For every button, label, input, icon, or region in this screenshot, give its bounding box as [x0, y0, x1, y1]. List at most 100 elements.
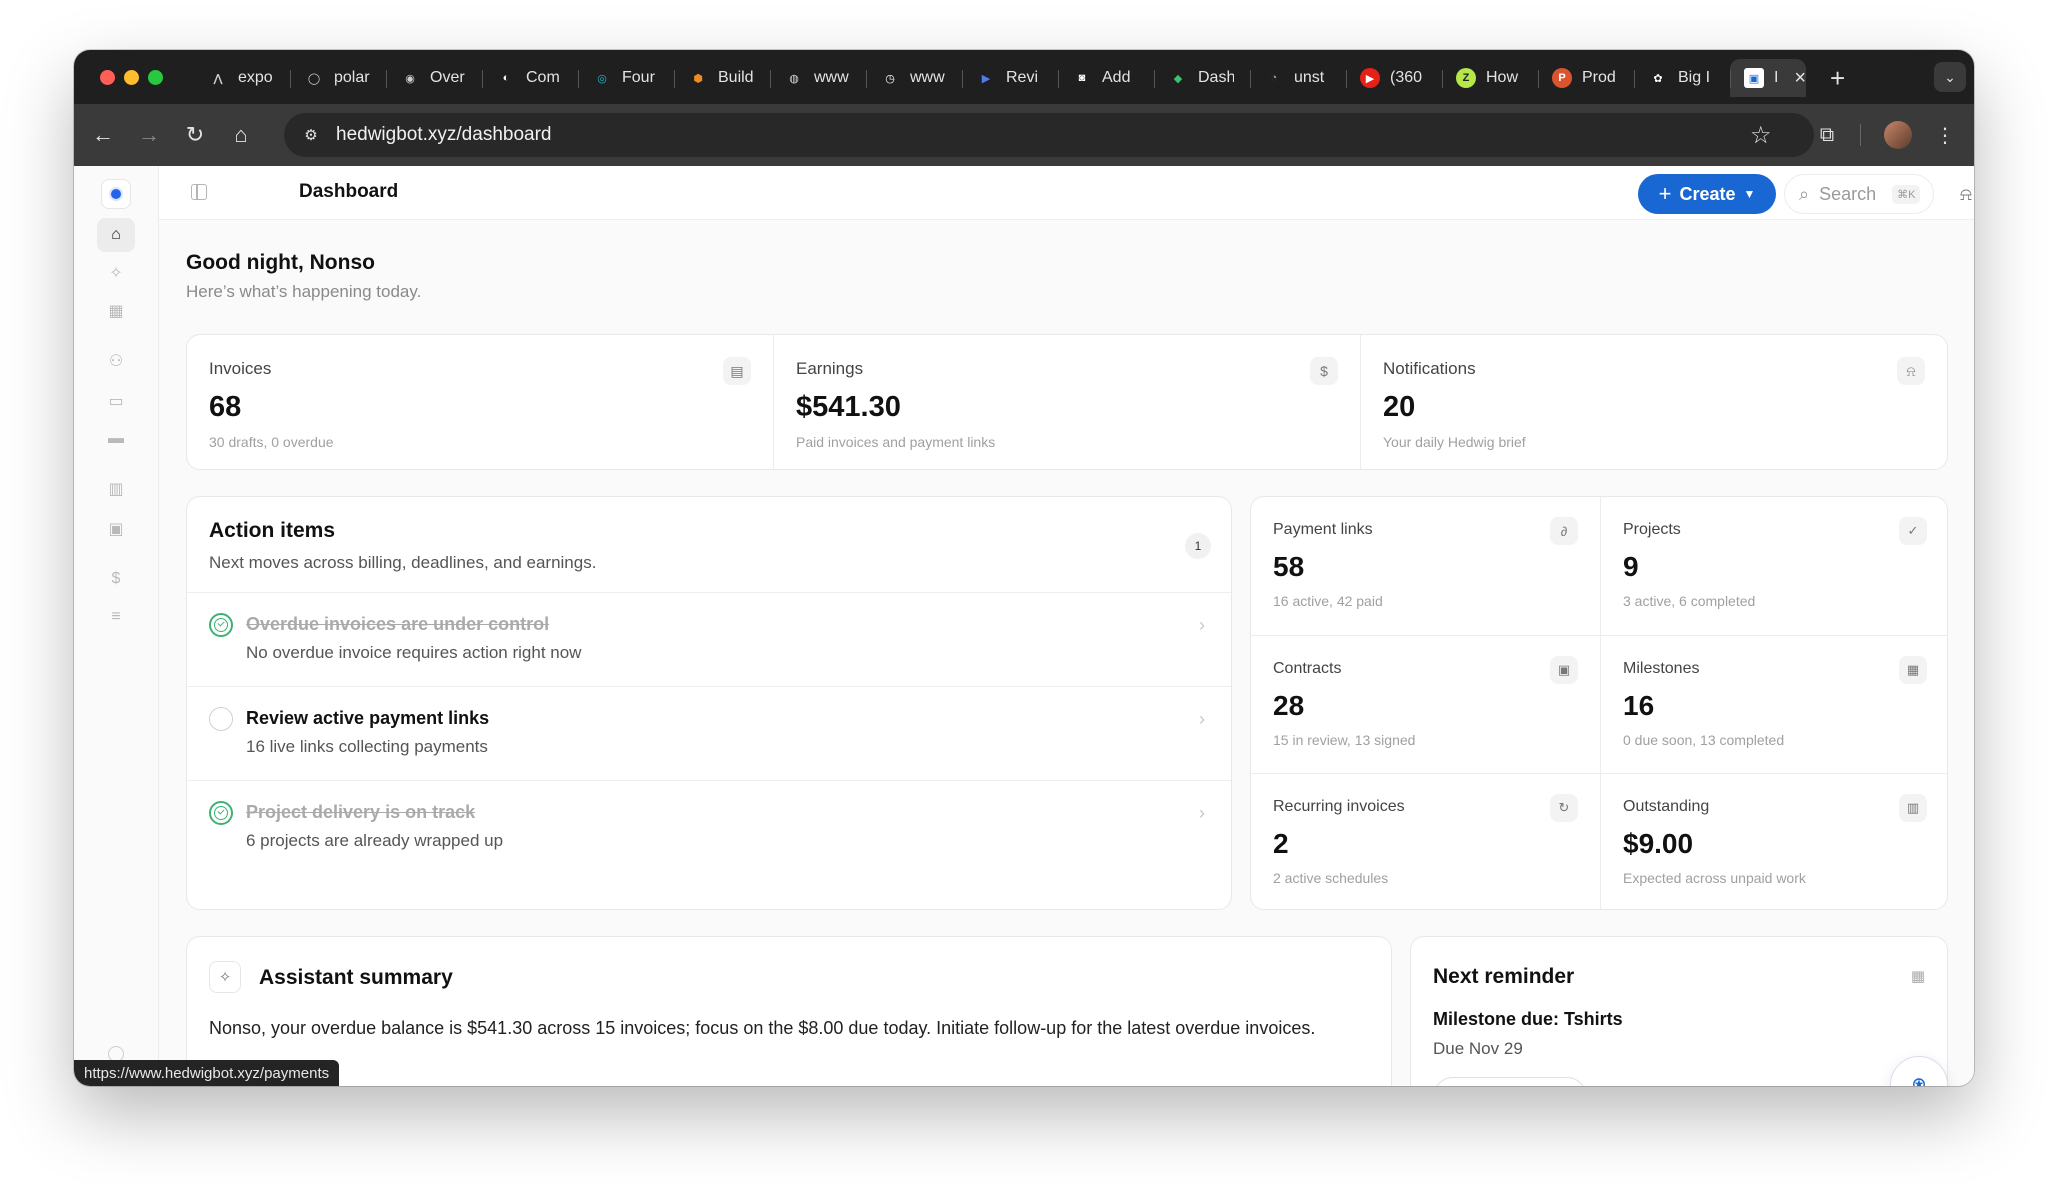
tab-title: Four — [622, 69, 655, 86]
stat-label: Invoices — [209, 359, 272, 378]
sidebar-clients-icon[interactable]: ⚇ — [97, 344, 135, 378]
more-menu-icon[interactable]: ⋮ — [1930, 120, 1960, 150]
metric-subtext: 16 active, 42 paid — [1273, 593, 1383, 609]
close-window-button[interactable] — [100, 70, 115, 85]
tab-title: Prod — [1582, 69, 1616, 86]
browser-tab[interactable]: ◍ www — [770, 59, 866, 97]
metric-card[interactable]: Milestones 16 0 due soon, 13 completed ▦ — [1600, 635, 1947, 773]
tab-search-button[interactable]: ⌄ — [1934, 62, 1966, 92]
chevron-down-icon: ▼ — [1743, 187, 1756, 201]
back-arrow-icon[interactable]: ← — [88, 120, 118, 150]
metric-card[interactable]: Outstanding $9.00 Expected across unpaid w… — [1600, 773, 1947, 909]
browser-tab[interactable]: ▶ Revi — [962, 59, 1058, 97]
action-item[interactable]: Project delivery is on track 6 projects a… — [187, 780, 1231, 874]
metric-card[interactable]: Payment links 58 16 active, 42 paid ∂ — [1251, 497, 1600, 635]
sidebar-dollar-icon[interactable]: $ — [97, 562, 135, 596]
create-button[interactable]: + Create ▼ — [1638, 174, 1776, 214]
sidebar-assistant-icon[interactable]: ✧ — [97, 256, 135, 290]
tab-title: www — [910, 69, 945, 86]
metrics-grid: Payment links 58 16 active, 42 paid ∂ Projec… — [1250, 496, 1948, 910]
tab-title: Build — [718, 69, 754, 86]
browser-tab[interactable]: ◯ polar — [290, 59, 386, 97]
action-item-title: Project delivery is on track — [246, 802, 476, 822]
tab-title: I — [1774, 69, 1779, 86]
tab-title: www — [814, 69, 849, 86]
reminder-due-date: Due Nov 29 — [1433, 1039, 1523, 1058]
maximize-window-button[interactable] — [148, 70, 163, 85]
browser-tab[interactable]: P Prod — [1538, 59, 1634, 97]
home-icon[interactable]: ⌂ — [226, 120, 256, 150]
browser-tab[interactable]: ✿ Big I — [1634, 59, 1730, 97]
stat-card[interactable]: Invoices 68 30 drafts, 0 overdue ▤ — [187, 335, 773, 469]
reload-icon[interactable]: ↻ — [180, 120, 210, 150]
stat-card[interactable]: Notifications 20 Your daily Hedwig brief ⍾ — [1360, 335, 1947, 469]
action-item-title: Overdue invoices are under control — [246, 614, 550, 634]
site-info-icon[interactable]: ⚙ — [300, 124, 322, 146]
action-item[interactable]: Overdue invoices are under control No ove… — [187, 592, 1231, 686]
browser-tab[interactable]: ◐ Com — [482, 59, 578, 97]
browser-tab[interactable]: ⋀ expo — [194, 59, 290, 97]
tab-close-icon[interactable]: × — [1794, 67, 1806, 90]
tab-favicon-icon: ⋀ — [208, 68, 228, 88]
search-input[interactable]: ⌕ Search ⌘K — [1784, 174, 1934, 214]
metric-subtext: 0 due soon, 13 completed — [1623, 732, 1785, 748]
tab-strip: ⋀ expo ◯ polar ◉ Over ◐ Com ◎ Four ⬢ Build ◍ www ◷ www ▶… — [74, 50, 1974, 104]
browser-tab[interactable]: ◉ Over — [386, 59, 482, 97]
tab-title: polar — [334, 69, 370, 86]
sidebar-toggle-icon[interactable] — [191, 184, 207, 200]
bell-icon: ⍾ — [1897, 357, 1925, 385]
minimize-window-button[interactable] — [124, 70, 139, 85]
tab-favicon-icon: ◉ — [400, 68, 420, 88]
metric-card[interactable]: Contracts 28 15 in review, 13 signed ▣ — [1251, 635, 1600, 773]
tab-favicon-icon: ⬢ — [688, 68, 708, 88]
browser-tab[interactable]: ◷ www — [866, 59, 962, 97]
dollar-icon: $ — [1310, 357, 1338, 385]
app-logo[interactable] — [101, 179, 131, 209]
metric-card[interactable]: Projects 9 3 active, 6 completed ✓ — [1600, 497, 1947, 635]
page-title: Dashboard — [299, 181, 399, 202]
stat-card[interactable]: Earnings $541.30 Paid invoices and payment… — [773, 335, 1360, 469]
sidebar-home-icon[interactable]: ⌂ — [97, 218, 135, 252]
sidebar-settings-icon[interactable]: ≡ — [97, 600, 135, 634]
address-bar[interactable]: ⚙ hedwigbot.xyz/dashboard — [284, 113, 1814, 157]
action-item[interactable]: Review active payment links 16 live links… — [187, 686, 1231, 780]
browser-tab[interactable]: Z How — [1442, 59, 1538, 97]
tab-title: Big I — [1678, 69, 1711, 86]
sidebar: ⌂ ✧ ▦ ⚇ ▭ ▬ ▥ ▣ $ ≡ — [74, 166, 159, 1086]
metric-subtext: 2 active schedules — [1273, 870, 1389, 886]
browser-tab[interactable]: ◙ Add — [1058, 59, 1154, 97]
action-item-subtext: 6 projects are already wrapped up — [246, 831, 504, 850]
sidebar-chart-icon[interactable]: ▥ — [97, 472, 135, 506]
reminder-action-button[interactable] — [1433, 1077, 1587, 1086]
browser-tab-active[interactable]: ▣ I × — [1730, 59, 1806, 97]
metric-card[interactable]: Recurring invoices 2 2 active schedules ↻ — [1251, 773, 1600, 909]
metric-value: $9.00 — [1623, 828, 1694, 859]
sidebar-folder-icon[interactable]: ▭ — [97, 384, 135, 418]
chevron-right-icon: › — [1199, 615, 1205, 635]
browser-tab[interactable]: ▶ (360 — [1346, 59, 1442, 97]
sidebar-card-icon[interactable]: ▬ — [97, 422, 135, 456]
browser-tab[interactable]: ◆ Dash — [1154, 59, 1250, 97]
toolbar-divider — [1860, 124, 1861, 146]
browser-tab[interactable]: ◔ unst — [1250, 59, 1346, 97]
metric-value: 16 — [1623, 690, 1655, 721]
extensions-icon[interactable]: ⧉ — [1812, 120, 1842, 150]
sidebar-clipboard-icon[interactable]: ▣ — [97, 512, 135, 546]
metric-value: 2 — [1273, 828, 1289, 859]
tab-favicon-icon: ◍ — [784, 68, 804, 88]
address-url[interactable]: hedwigbot.xyz/dashboard — [336, 124, 551, 146]
new-tab-button[interactable]: + — [1830, 65, 1845, 91]
browser-tab[interactable]: ◎ Four — [578, 59, 674, 97]
bookmark-star-icon[interactable]: ☆ — [1750, 113, 1772, 157]
empty-circle-icon[interactable] — [209, 707, 233, 731]
notifications-bell-icon[interactable]: ⍾ — [1954, 182, 1974, 206]
check-circle-icon[interactable] — [209, 613, 233, 637]
tab-title: expo — [238, 69, 273, 86]
sidebar-calendar-icon[interactable]: ▦ — [97, 294, 135, 328]
browser-tab[interactable]: ⬢ Build — [674, 59, 770, 97]
forward-arrow-icon[interactable]: → — [134, 120, 164, 150]
link-icon: ∂ — [1550, 517, 1578, 545]
check-circle-icon[interactable] — [209, 801, 233, 825]
profile-avatar[interactable] — [1884, 121, 1912, 149]
assistant-summary-card: ✧ Assistant summary Nonso, your overdue … — [186, 936, 1392, 1086]
